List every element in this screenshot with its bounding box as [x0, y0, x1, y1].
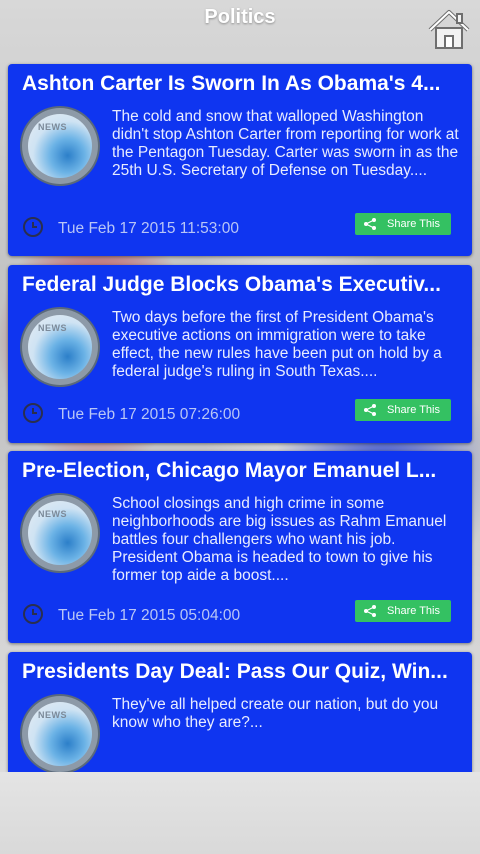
- share-label: Share This: [387, 404, 440, 416]
- article-card[interactable]: Ashton Carter Is Sworn In As Obama's 4..…: [8, 64, 472, 256]
- article-card[interactable]: Pre-Election, Chicago Mayor Emanuel L...…: [8, 451, 472, 643]
- news-thumbnail: NEWS: [22, 108, 98, 184]
- home-button[interactable]: [426, 8, 472, 50]
- article-date: Tue Feb 17 2015 11:53:00: [58, 220, 239, 237]
- article-summary: Two days before the first of President O…: [112, 309, 442, 380]
- clock-icon: [23, 604, 43, 624]
- news-thumbnail: NEWS: [22, 495, 98, 571]
- share-label: Share This: [387, 218, 440, 230]
- bottom-area: [0, 772, 480, 854]
- share-label: Share This: [387, 605, 440, 617]
- clock-icon: [23, 217, 43, 237]
- clock-icon: [23, 403, 43, 423]
- thumbnail-label: NEWS: [38, 323, 67, 333]
- article-title[interactable]: Pre-Election, Chicago Mayor Emanuel L...: [22, 459, 460, 483]
- article-date: Tue Feb 17 2015 05:04:00: [58, 607, 241, 624]
- share-button[interactable]: Share This: [355, 213, 451, 235]
- article-card[interactable]: Presidents Day Deal: Pass Our Quiz, Win.…: [8, 652, 472, 772]
- thumbnail-label: NEWS: [38, 710, 67, 720]
- share-icon: [364, 605, 376, 617]
- article-summary: School closings and high crime in some n…: [112, 495, 447, 584]
- news-thumbnail: NEWS: [22, 696, 98, 772]
- article-summary: They've all helped create our nation, bu…: [112, 696, 439, 731]
- thumbnail-label: NEWS: [38, 509, 67, 519]
- article-summary: The cold and snow that walloped Washingt…: [112, 108, 459, 179]
- thumbnail-label: NEWS: [38, 122, 67, 132]
- news-thumbnail: NEWS: [22, 309, 98, 385]
- article-date: Tue Feb 17 2015 07:26:00: [58, 406, 241, 423]
- article-title[interactable]: Presidents Day Deal: Pass Our Quiz, Win.…: [22, 660, 460, 684]
- article-title[interactable]: Federal Judge Blocks Obama's Executiv...: [22, 273, 460, 297]
- page-title: Politics: [204, 6, 276, 28]
- app-header: Politics: [0, 0, 480, 56]
- share-icon: [364, 404, 376, 416]
- share-icon: [364, 218, 376, 230]
- share-button[interactable]: Share This: [355, 399, 451, 421]
- share-button[interactable]: Share This: [355, 600, 451, 622]
- article-card[interactable]: Federal Judge Blocks Obama's Executiv...…: [8, 265, 472, 443]
- article-title[interactable]: Ashton Carter Is Sworn In As Obama's 4..…: [22, 72, 460, 96]
- home-icon: [428, 10, 470, 49]
